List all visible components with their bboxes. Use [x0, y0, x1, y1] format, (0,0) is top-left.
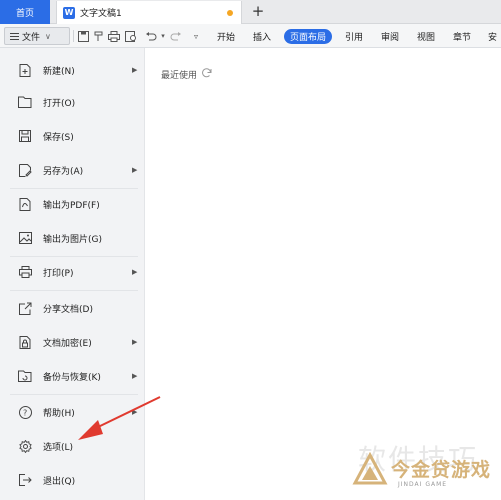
- tab-bar: 首页 W 文字文稿1 +: [0, 0, 501, 24]
- tab-review[interactable]: 审阅: [376, 29, 404, 44]
- menu-item-label: 打印(P): [43, 268, 74, 279]
- image-icon: [18, 231, 32, 245]
- menu-item-label: 分享文档(D): [43, 304, 93, 315]
- menu-item-label: 选项(L): [43, 442, 74, 453]
- undo-icon[interactable]: [145, 30, 157, 42]
- menu-divider: [10, 256, 138, 257]
- menu-item-backup[interactable]: 备份与恢复(K) ▶: [0, 362, 145, 390]
- menu-item-label: 另存为(A): [43, 166, 84, 177]
- menu-item-print[interactable]: 打印(P) ▶: [0, 258, 145, 286]
- toolbar-divider: [73, 30, 74, 42]
- format-painter-icon[interactable]: [92, 30, 104, 42]
- submenu-arrow-icon: ▶: [132, 268, 138, 276]
- tab-view[interactable]: 视图: [412, 29, 440, 44]
- tab-page-layout[interactable]: 页面布局: [284, 29, 332, 44]
- help-icon: ?: [18, 405, 32, 419]
- menu-item-exit[interactable]: 退出(Q): [0, 466, 145, 494]
- menu-item-label: 保存(S): [43, 132, 74, 143]
- save-icon: [18, 129, 32, 143]
- print-preview-icon[interactable]: [125, 30, 137, 42]
- wps-writer-icon: W: [63, 6, 75, 19]
- menu-divider: [10, 188, 138, 189]
- quick-print-icon[interactable]: [108, 30, 120, 42]
- submenu-arrow-icon: ▶: [132, 338, 138, 346]
- submenu-arrow-icon: ▶: [132, 372, 138, 380]
- redo-icon[interactable]: [170, 30, 182, 42]
- menu-item-save[interactable]: 保存(S): [0, 122, 145, 150]
- new-icon: [18, 63, 32, 77]
- recent-files-panel: 最近使用: [145, 48, 501, 500]
- menu-item-label: 帮助(H): [43, 408, 75, 419]
- file-menu: 新建(N) ▶ 打开(O) 保存(S) 另存为(A) ▶ 输出为PDF(F) 输…: [0, 48, 145, 500]
- menu-divider: [10, 290, 138, 291]
- refresh-icon[interactable]: [202, 68, 212, 81]
- menu-item-label: 打开(O): [43, 98, 76, 109]
- wps-writer-window: 首页 W 文字文稿1 + 文件 ∨ ▾ ▿ 开始 插入 页面布局 引用 审阅 视…: [0, 0, 501, 500]
- main-toolbar: 文件 ∨ ▾ ▿ 开始 插入 页面布局 引用 审阅 视图 章节 安: [0, 24, 501, 48]
- menu-item-label: 退出(Q): [43, 476, 76, 487]
- customize-toolbar-icon[interactable]: ▿: [190, 30, 202, 42]
- svg-text:?: ?: [23, 408, 27, 417]
- menu-divider: [10, 394, 138, 395]
- menu-item-new[interactable]: 新建(N) ▶: [0, 56, 145, 84]
- tab-chapter[interactable]: 章节: [448, 29, 476, 44]
- menu-item-label: 新建(N): [43, 66, 75, 77]
- save-as-icon: [18, 163, 32, 177]
- menu-item-open[interactable]: 打开(O): [0, 88, 145, 116]
- share-icon: [18, 301, 32, 315]
- print-icon: [18, 265, 32, 279]
- exit-icon: [18, 473, 32, 487]
- watermark-brand-subtext: JINDAI GAME: [398, 481, 448, 488]
- pdf-icon: [18, 197, 32, 211]
- watermark-brand-text: 今金贷游戏: [391, 459, 492, 481]
- watermark-logo-icon: [352, 452, 388, 485]
- menu-item-share[interactable]: 分享文档(D): [0, 294, 145, 322]
- unsaved-indicator-icon: [227, 10, 233, 16]
- tab-references[interactable]: 引用: [340, 29, 368, 44]
- menu-item-label: 输出为图片(G): [43, 234, 102, 245]
- menu-item-label: 文档加密(E): [43, 338, 92, 349]
- menu-item-encrypt[interactable]: 文档加密(E) ▶: [0, 328, 145, 356]
- undo-dropdown-icon[interactable]: ▾: [157, 30, 169, 42]
- menu-item-export-pdf[interactable]: 输出为PDF(F): [0, 190, 145, 218]
- menu-item-export-image[interactable]: 输出为图片(G): [0, 224, 145, 252]
- tab-start[interactable]: 开始: [212, 29, 240, 44]
- gear-icon: [18, 439, 32, 453]
- tab-security[interactable]: 安: [484, 29, 501, 44]
- quick-save-icon[interactable]: [77, 30, 89, 42]
- tab-insert[interactable]: 插入: [248, 29, 276, 44]
- menu-item-save-as[interactable]: 另存为(A) ▶: [0, 156, 145, 184]
- file-menu-label: 文件: [22, 32, 41, 43]
- encrypt-icon: [18, 335, 32, 349]
- submenu-arrow-icon: ▶: [132, 408, 138, 416]
- open-folder-icon: [18, 95, 32, 109]
- new-tab-button[interactable]: +: [250, 2, 266, 20]
- submenu-arrow-icon: ▶: [132, 166, 138, 174]
- tab-document-title: 文字文稿1: [80, 9, 122, 19]
- menu-item-label: 备份与恢复(K): [43, 372, 101, 383]
- backup-icon: [18, 369, 32, 383]
- file-menu-button[interactable]: 文件 ∨: [4, 27, 70, 45]
- submenu-arrow-icon: ▶: [132, 66, 138, 74]
- hamburger-icon: [10, 32, 19, 40]
- tab-home[interactable]: 首页: [0, 0, 50, 24]
- chevron-down-icon: ∨: [45, 31, 51, 41]
- tab-document[interactable]: W 文字文稿1: [56, 1, 242, 24]
- menu-item-label: 输出为PDF(F): [43, 200, 100, 211]
- recent-files-label: 最近使用: [161, 71, 198, 81]
- menu-item-help[interactable]: ? 帮助(H) ▶: [0, 398, 145, 426]
- menu-item-options[interactable]: 选项(L): [0, 432, 145, 460]
- recent-files-header: 最近使用: [161, 68, 212, 81]
